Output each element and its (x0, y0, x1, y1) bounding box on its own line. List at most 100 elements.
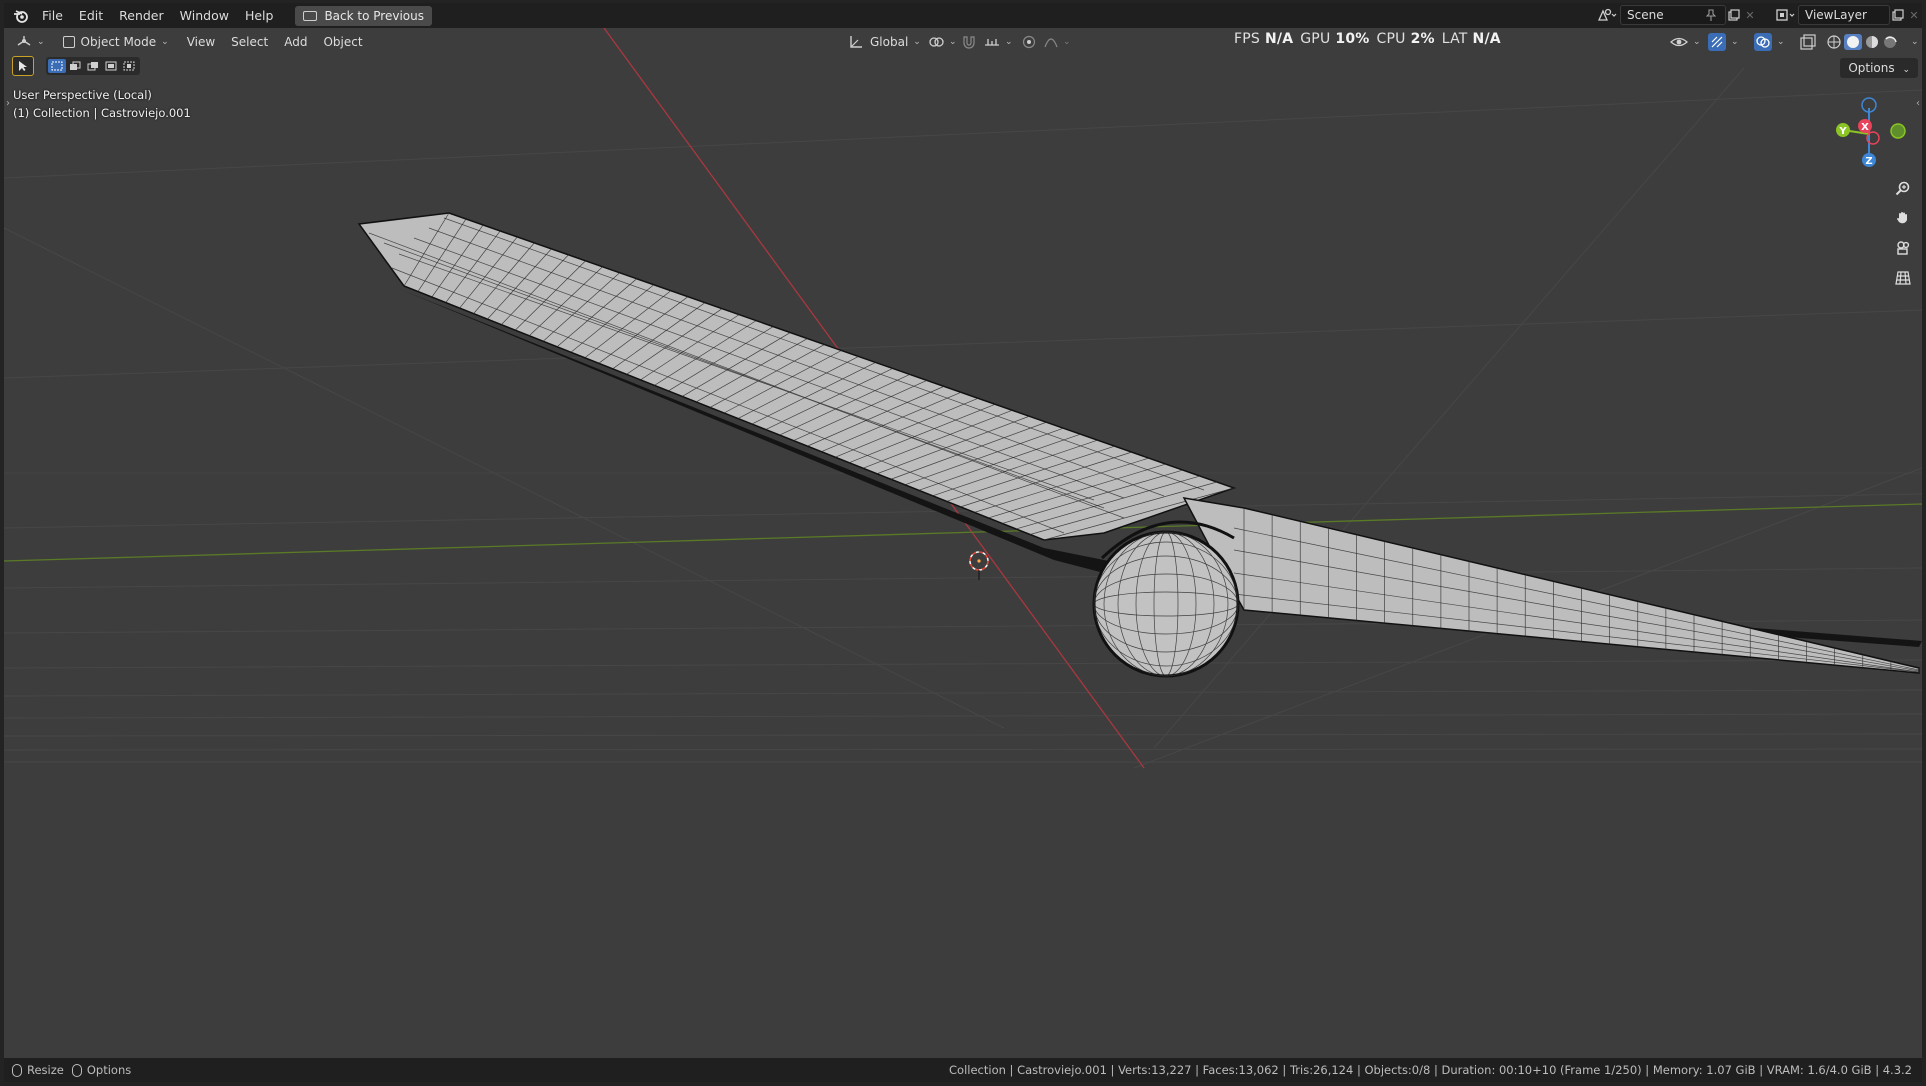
overlays-toggle[interactable]: ⌄ (1748, 32, 1791, 52)
editor-type-icon (17, 35, 31, 46)
overlays-icon (1754, 32, 1772, 51)
gpu-label: GPU (1300, 31, 1331, 47)
delete-scene-icon[interactable]: ✕ (1742, 7, 1758, 23)
select-tool-button[interactable] (12, 56, 34, 76)
options-dropdown[interactable]: Options ⌄ (1840, 58, 1918, 78)
magnifier-icon (1895, 181, 1910, 196)
mode-selector[interactable]: Object Mode ⌄ (57, 32, 175, 52)
status-resize: Resize (12, 1063, 64, 1077)
menu-view[interactable]: View (179, 32, 223, 52)
menu-file[interactable]: File (34, 5, 71, 27)
lat-value: N/A (1472, 31, 1501, 47)
select-new-icon[interactable] (48, 59, 66, 73)
selection-mode-buttons[interactable] (46, 57, 140, 75)
back-to-previous-button[interactable]: Back to Previous (295, 5, 432, 26)
status-options-label: Options (86, 1063, 132, 1077)
select-intersect-icon[interactable] (120, 59, 138, 73)
chevron-down-icon: ⌄ (161, 36, 169, 47)
mouse-right-icon (71, 1063, 82, 1077)
menu-edit[interactable]: Edit (71, 5, 111, 27)
shading-mode-buttons[interactable]: ⌄ (1820, 32, 1922, 52)
gizmo-y-label: Y (1838, 126, 1847, 137)
options-label: Options (1848, 61, 1895, 75)
orientation-icon (850, 35, 862, 48)
camera-view-button[interactable] (1891, 236, 1915, 260)
performance-stats: FPS N/A GPU 10% CPU 2% LAT N/A (1234, 28, 1508, 50)
mouse-left-icon (12, 1063, 22, 1077)
view-layer-name: ViewLayer (1805, 8, 1867, 22)
lat-label: LAT (1441, 31, 1468, 47)
perspective-toggle-button[interactable] (1891, 266, 1915, 290)
menu-render[interactable]: Render (111, 5, 172, 27)
blender-logo-icon[interactable] (8, 5, 34, 27)
scene-statistics: Collection | Castroviejo.001 | Verts:13,… (949, 1063, 1912, 1077)
menu-add[interactable]: Add (276, 32, 315, 52)
scene-name-field[interactable]: Scene (1620, 5, 1726, 25)
view-name: User Perspective (Local) (13, 88, 152, 102)
xray-icon (1800, 33, 1816, 50)
menu-object[interactable]: Object (315, 32, 370, 52)
new-view-layer-icon[interactable] (1890, 7, 1906, 23)
scene-selector-icon[interactable] (1594, 7, 1620, 23)
cpu-value: 2% (1410, 31, 1435, 47)
select-subtract-icon[interactable] (84, 59, 102, 73)
gizmo-toggle[interactable]: ⌄ (1702, 32, 1745, 52)
fps-value: N/A (1264, 31, 1294, 47)
pan-button[interactable] (1891, 206, 1915, 230)
shading-icons (1827, 33, 1897, 50)
viewport-scene[interactable] (4, 28, 1922, 1058)
menu-select[interactable]: Select (223, 32, 276, 52)
hand-icon (1897, 212, 1907, 224)
sidebar-toggle-icon[interactable]: ‹ (1916, 98, 1920, 109)
proportional-editing-icon (1022, 35, 1036, 48)
zoom-button[interactable] (1891, 176, 1915, 200)
transform-orientation-selector[interactable]: Global ⌄ (842, 32, 927, 52)
cursor-arrow-icon (19, 61, 27, 71)
back-to-previous-label: Back to Previous (324, 8, 424, 23)
visibility-selector[interactable]: ⌄ (1664, 32, 1707, 52)
snap-target-selector[interactable]: ⌄ (978, 32, 1019, 52)
status-bar: Resize Options Collection | Castroviejo.… (4, 1058, 1922, 1082)
3d-cursor[interactable] (969, 551, 989, 580)
falloff-curve-icon (1044, 37, 1058, 47)
eye-icon (1670, 37, 1688, 46)
object-mode-icon (62, 35, 75, 48)
toolbar-toggle-icon[interactable]: › (6, 98, 10, 109)
blender-window: File Edit Render Window Help Back to Pre… (0, 0, 1926, 1086)
gpu-value: 10% (1335, 31, 1370, 47)
scene-name: Scene (1627, 8, 1664, 22)
chevron-down-icon: ⌄ (1902, 65, 1910, 75)
right-blade-mesh (1182, 497, 1920, 674)
left-blade-mesh (357, 212, 1237, 541)
navigation-gizmo[interactable]: X Y Z (1829, 88, 1909, 168)
3d-viewport[interactable]: ⌄ Object Mode ⌄ View Select Add Object G… (4, 28, 1922, 1058)
mode-label: Object Mode (80, 34, 157, 49)
menu-window[interactable]: Window (172, 5, 237, 27)
editor-type-selector[interactable]: ⌄ (10, 32, 51, 52)
cpu-label: CPU (1376, 31, 1406, 47)
topbar-right: Scene ✕ ViewLayer ✕ (1594, 4, 1922, 26)
new-scene-icon[interactable] (1726, 7, 1742, 23)
pivot-icon (929, 36, 944, 47)
xray-toggle[interactable] (1794, 32, 1822, 52)
viewport-header: ⌄ Object Mode ⌄ View Select Add Object G… (4, 28, 1922, 55)
select-invert-icon[interactable] (102, 59, 120, 73)
proportional-falloff-selector[interactable]: ⌄ (1038, 32, 1077, 52)
gizmo-icon (1708, 32, 1726, 51)
grid-icon (1895, 271, 1911, 285)
camera-icon (1897, 241, 1910, 255)
y-axis-line (4, 503, 1922, 562)
fps-label: FPS (1234, 31, 1260, 47)
snap-increment-icon (985, 38, 999, 46)
pin-icon[interactable] (1703, 7, 1719, 23)
orientation-label: Global (870, 34, 909, 49)
tool-header (12, 55, 140, 77)
view-layer-selector-icon[interactable] (1772, 7, 1798, 23)
delete-view-layer-icon[interactable]: ✕ (1906, 7, 1922, 23)
view-layer-name-field[interactable]: ViewLayer (1798, 5, 1890, 25)
menu-help[interactable]: Help (237, 5, 282, 27)
screen-icon (303, 10, 318, 21)
select-extend-icon[interactable] (66, 59, 84, 73)
top-menu-bar: File Edit Render Window Help Back to Pre… (4, 3, 1922, 28)
gizmo-z-label: Z (1865, 156, 1872, 167)
